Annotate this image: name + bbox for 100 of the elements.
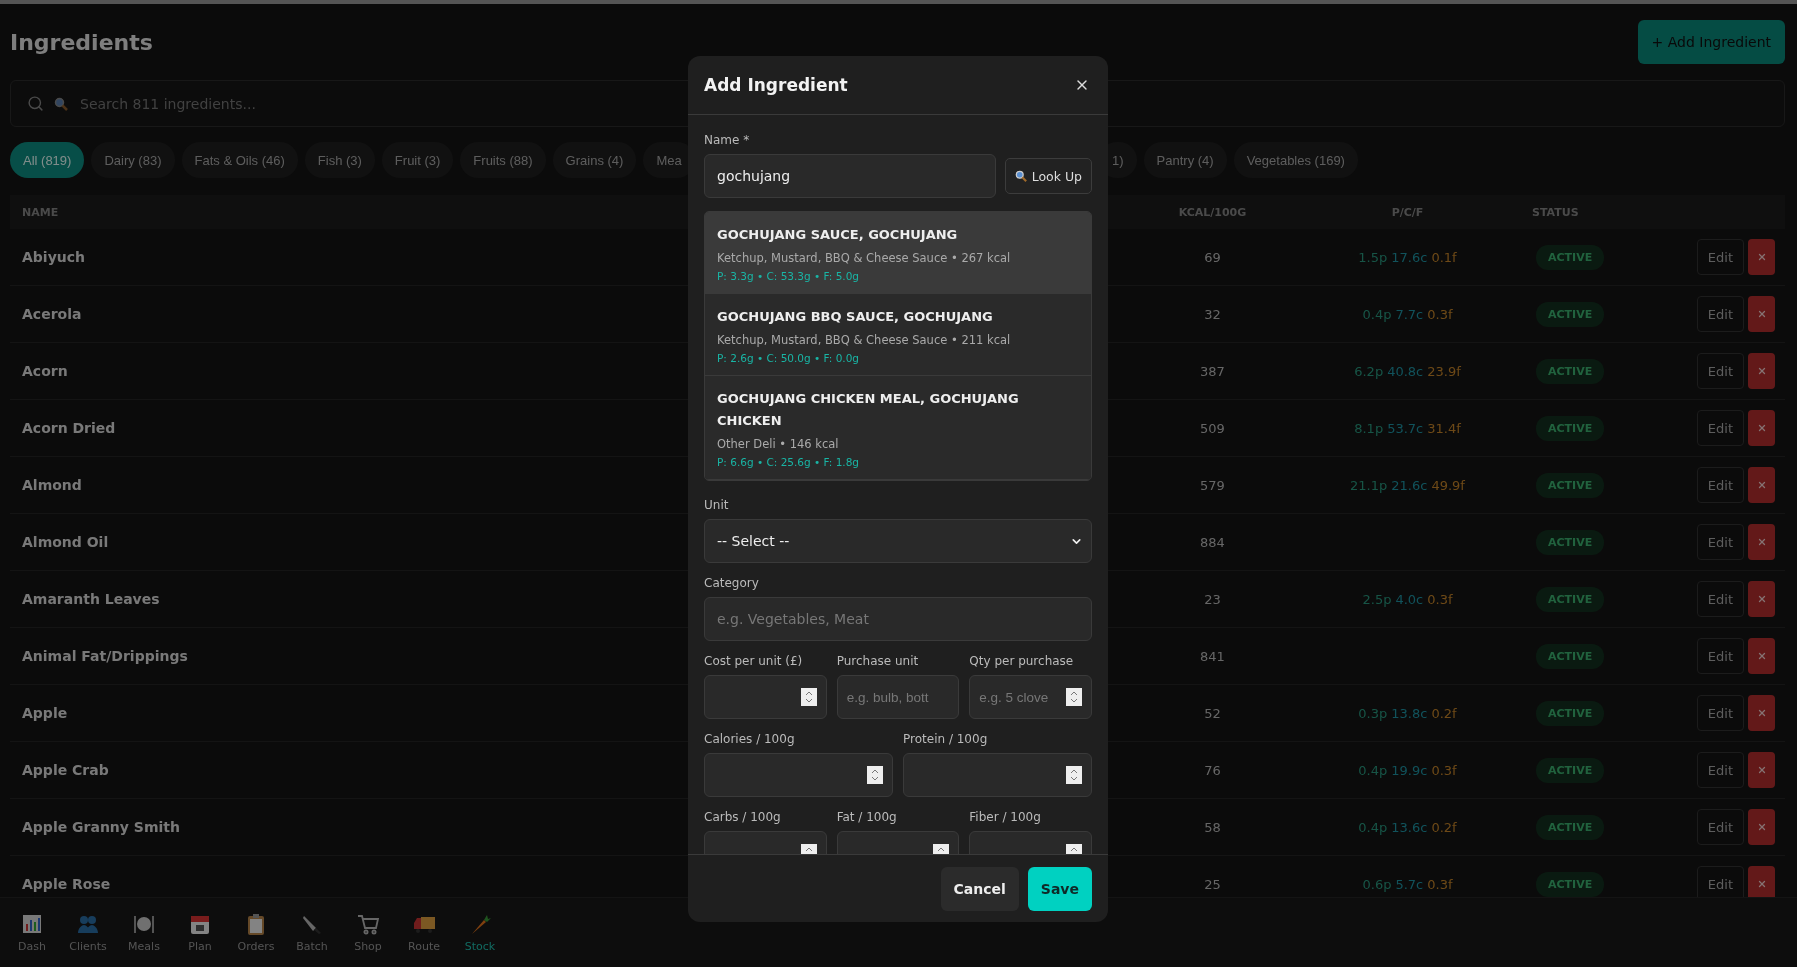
ingredient-name: Almond Oil [22, 534, 109, 550]
close-icon [1756, 309, 1767, 319]
look-up-button[interactable]: Look Up [1004, 158, 1092, 194]
save-button[interactable]: Save [1027, 866, 1092, 911]
ingredient-name: Apple Granny Smith [22, 819, 180, 835]
fat-value: 0.2f [1431, 705, 1457, 721]
nav-item[interactable]: Stock [452, 912, 508, 953]
carbs-value: 7.7c [1395, 306, 1424, 322]
fat-value: 31.4f [1427, 420, 1461, 436]
filter-chip[interactable]: Vegetables (169) [1233, 142, 1358, 178]
result-name: GOCHUJANG CHICKEN MEAL, GOCHUJANG CHICKEN [717, 390, 1020, 430]
kcal-cell-text: 387 [1199, 363, 1226, 379]
edit-button[interactable]: Edit [1696, 524, 1744, 560]
status-badge: ACTIVE [1536, 814, 1605, 840]
protein-value: 0.3p [1358, 705, 1388, 721]
ingredient-name: Acerola [22, 306, 82, 322]
fat-value: 0.3f [1427, 591, 1453, 607]
field-label: Protein / 100g [903, 732, 989, 746]
filter-chip[interactable]: Pantry (4) [1143, 142, 1227, 178]
close-icon [1756, 708, 1767, 718]
field-label: Cost per unit (£) [704, 654, 804, 668]
nav-icon [356, 912, 380, 936]
nav-item[interactable]: Dash [4, 912, 60, 953]
protein-value: 6.2p [1354, 363, 1384, 379]
edit-button[interactable]: Edit [1696, 752, 1744, 788]
edit-button[interactable]: Edit [1696, 353, 1744, 389]
carbs-value: 53.7c [1387, 420, 1424, 436]
carbs-value: 13.6c [1391, 819, 1428, 835]
status-badge: ACTIVE [1536, 415, 1605, 441]
fat-value: 0.2f [1431, 819, 1457, 835]
protein-value: 2.5p [1362, 591, 1392, 607]
edit-button[interactable]: Edit [1696, 809, 1744, 845]
status-badge: ACTIVE [1536, 358, 1605, 384]
protein-value: 0.6p [1362, 876, 1392, 892]
filter-chip[interactable]: Grains (4) [552, 142, 637, 178]
filter-chip[interactable]: Fats & Oils (46) [181, 142, 298, 178]
input-field[interactable] [704, 753, 893, 797]
close-icon [1756, 879, 1767, 889]
status-badge: ACTIVE [1536, 244, 1605, 270]
nav-item[interactable]: Batch [284, 912, 340, 953]
protein-value: 0.4p [1358, 819, 1388, 835]
category-field[interactable]: e.g. Vegetables, Meat [704, 597, 1092, 641]
protein-value: 1.5p [1358, 249, 1388, 265]
carbs-value: 5.7c [1395, 876, 1424, 892]
column-header: NAME [21, 205, 60, 219]
result-item[interactable]: GOCHUJANG SAUCE, GOCHUJANG Ketchup, Mustard, BBQ & Cheese Sauce • 267 kcal P: 3.3g • C: 53.3g • F: 5.0g [705, 212, 1091, 294]
input-field[interactable] [704, 675, 827, 719]
search-icon [27, 95, 44, 112]
filter-chip[interactable]: Dairy (83) [91, 142, 175, 178]
ingredient-name: Animal Fat/Drippings [22, 648, 188, 664]
field-label: Category [704, 576, 760, 590]
carbs-value: 4.0c [1395, 591, 1424, 607]
filter-chip[interactable]: Mea [643, 142, 688, 178]
edit-button[interactable]: Edit [1696, 866, 1744, 897]
nav-item[interactable]: Route [396, 912, 452, 953]
nav-item[interactable]: Clients [60, 912, 116, 953]
nav-item[interactable]: Plan [172, 912, 228, 953]
ingredient-name: Acorn [22, 363, 68, 379]
field-label: Unit [704, 498, 730, 512]
edit-button[interactable]: Edit [1696, 239, 1744, 275]
filter-chip[interactable]: Fruit (3) [381, 142, 454, 178]
result-macros: P: 2.6g • C: 50.0g • F: 0.0g [717, 352, 861, 364]
result-meta: Other Deli • 146 kcal [717, 437, 840, 451]
nav-item[interactable]: Orders [228, 912, 284, 953]
column-header: P/C/F [1390, 205, 1425, 219]
unit-select[interactable]: -- Select -- [704, 519, 1092, 563]
add-ingredient-button[interactable]: + Add Ingredient [1637, 20, 1785, 64]
edit-button[interactable]: Edit [1696, 581, 1744, 617]
nav-item[interactable]: Meals [116, 912, 172, 953]
carbs-value: 21.6c [1391, 477, 1428, 493]
name-field[interactable]: gochujang [704, 154, 996, 198]
protein-value: 21.1p [1350, 477, 1388, 493]
filter-chip[interactable]: Fruits (88) [460, 142, 546, 178]
input-field[interactable]: e.g. 5 clove [969, 675, 1092, 719]
edit-button[interactable]: Edit [1696, 467, 1744, 503]
carbs-value: 40.8c [1387, 363, 1424, 379]
edit-button[interactable]: Edit [1696, 410, 1744, 446]
kcal-cell-text: 509 [1199, 420, 1226, 436]
edit-button[interactable]: Edit [1696, 638, 1744, 674]
search-icon [54, 96, 68, 111]
result-meta: Ketchup, Mustard, BBQ & Cheese Sauce • 267 kcal [717, 251, 1012, 265]
edit-button[interactable]: Edit [1696, 296, 1744, 332]
kcal-cell-text: 884 [1199, 534, 1226, 550]
nav-item[interactable]: Shop [340, 912, 396, 953]
status-badge: ACTIVE [1536, 529, 1605, 555]
filter-chip[interactable]: All (819) [10, 142, 85, 178]
result-name: GOCHUJANG BBQ SAUCE, GOCHUJANG [717, 308, 994, 326]
field-label: Qty per purchase [969, 654, 1075, 668]
field-label: Name * [704, 133, 751, 147]
fat-value: 0.3f [1431, 762, 1457, 778]
input-field[interactable]: e.g. bulb, bott [836, 675, 960, 719]
filter-chip[interactable]: Fish (3) [304, 142, 375, 178]
input-field[interactable] [903, 753, 1092, 797]
edit-button[interactable]: Edit [1696, 695, 1744, 731]
status-badge: ACTIVE [1536, 472, 1605, 498]
page-title: Ingredients [10, 29, 153, 55]
status-badge: ACTIVE [1536, 301, 1605, 327]
cancel-button[interactable]: Cancel [940, 866, 1019, 911]
result-macros: P: 3.3g • C: 53.3g • F: 5.0g [717, 270, 861, 282]
kcal-cell-text: 23 [1203, 591, 1222, 607]
